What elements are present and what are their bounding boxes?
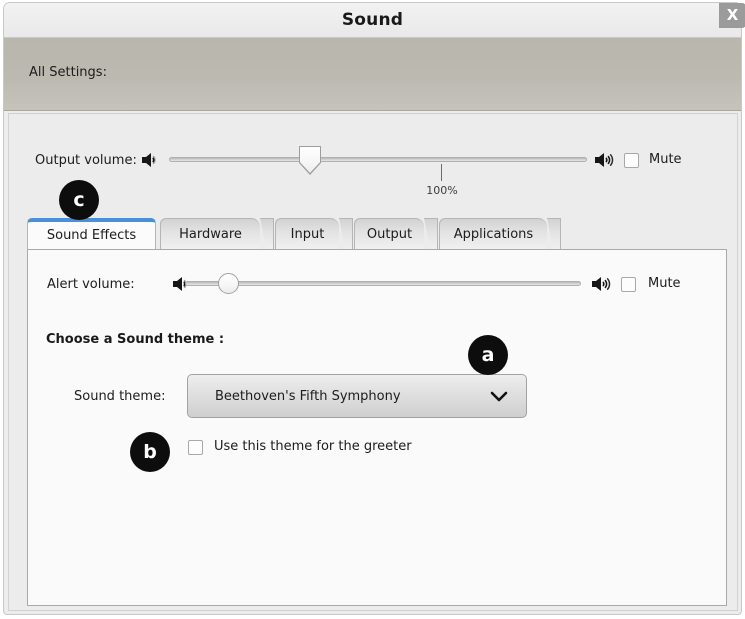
choose-sound-theme-heading: Choose a Sound theme : <box>46 332 225 347</box>
volume-100-label: 100% <box>426 184 458 197</box>
output-volume-label: Output volume: <box>35 153 137 168</box>
page-title: Sound <box>341 10 404 30</box>
volume-100-tick <box>441 164 442 181</box>
output-volume-row: Output volume: Mute <box>9 146 737 175</box>
output-mute-label: Mute <box>649 152 682 167</box>
use-theme-for-greeter-label: Use this theme for the greeter <box>214 439 412 454</box>
tab-hardware-wedge <box>260 218 274 250</box>
output-volume-track[interactable] <box>169 157 587 162</box>
tab-sound-effects[interactable]: Sound Effects <box>27 218 156 250</box>
tab-sound-effects-label: Sound Effects <box>46 228 137 243</box>
tab-hardware[interactable]: Hardware <box>160 218 260 250</box>
annotation-marker-a: a <box>468 335 508 375</box>
close-icon[interactable]: X <box>719 3 745 28</box>
alert-mute-label: Mute <box>648 276 681 291</box>
tab-output-wedge <box>424 218 438 250</box>
speaker-low-icon <box>140 150 162 170</box>
sound-settings-window: Sound X All Settings: Output volume: Mut… <box>3 2 745 615</box>
use-theme-for-greeter-checkbox[interactable] <box>188 440 203 455</box>
output-volume-handle[interactable] <box>299 146 321 175</box>
annotation-marker-b: b <box>130 432 170 472</box>
tab-input-label: Input <box>290 227 325 242</box>
annotation-marker-c: c <box>59 180 99 220</box>
alert-volume-handle[interactable] <box>218 273 239 294</box>
tab-hardware-label: Hardware <box>179 227 242 242</box>
tab-applications[interactable]: Applications <box>439 218 547 250</box>
sound-theme-dropdown[interactable]: Beethoven's Fifth Symphony <box>187 374 527 418</box>
alert-volume-row: Alert volume: Mute <box>28 270 726 298</box>
tab-applications-wedge <box>547 218 561 250</box>
tab-output[interactable]: Output <box>354 218 424 250</box>
speaker-high-icon <box>594 150 616 170</box>
tab-bar: Sound Effects Hardware Input Output Appl… <box>27 218 727 250</box>
tab-applications-label: Applications <box>453 227 534 242</box>
alert-mute-checkbox[interactable] <box>621 277 636 292</box>
speaker-high-icon <box>591 274 613 294</box>
all-settings-label: All Settings: <box>29 65 107 80</box>
sound-effects-panel: Alert volume: Mute Choose a Sound theme … <box>27 249 727 606</box>
tab-input[interactable]: Input <box>275 218 339 250</box>
sound-theme-selected-value: Beethoven's Fifth Symphony <box>215 389 401 404</box>
tab-input-wedge <box>339 218 353 250</box>
alert-volume-label: Alert volume: <box>47 277 135 292</box>
sound-theme-label: Sound theme: <box>74 389 166 404</box>
window-titlebar: Sound <box>4 3 741 38</box>
chevron-down-icon <box>490 389 508 403</box>
settings-body: Output volume: Mute 100% Sound Effects H… <box>8 113 738 611</box>
output-mute-checkbox[interactable] <box>624 153 639 168</box>
tab-output-label: Output <box>366 227 413 242</box>
all-settings-toolbar: All Settings: <box>4 38 741 111</box>
alert-volume-track[interactable] <box>185 281 581 286</box>
